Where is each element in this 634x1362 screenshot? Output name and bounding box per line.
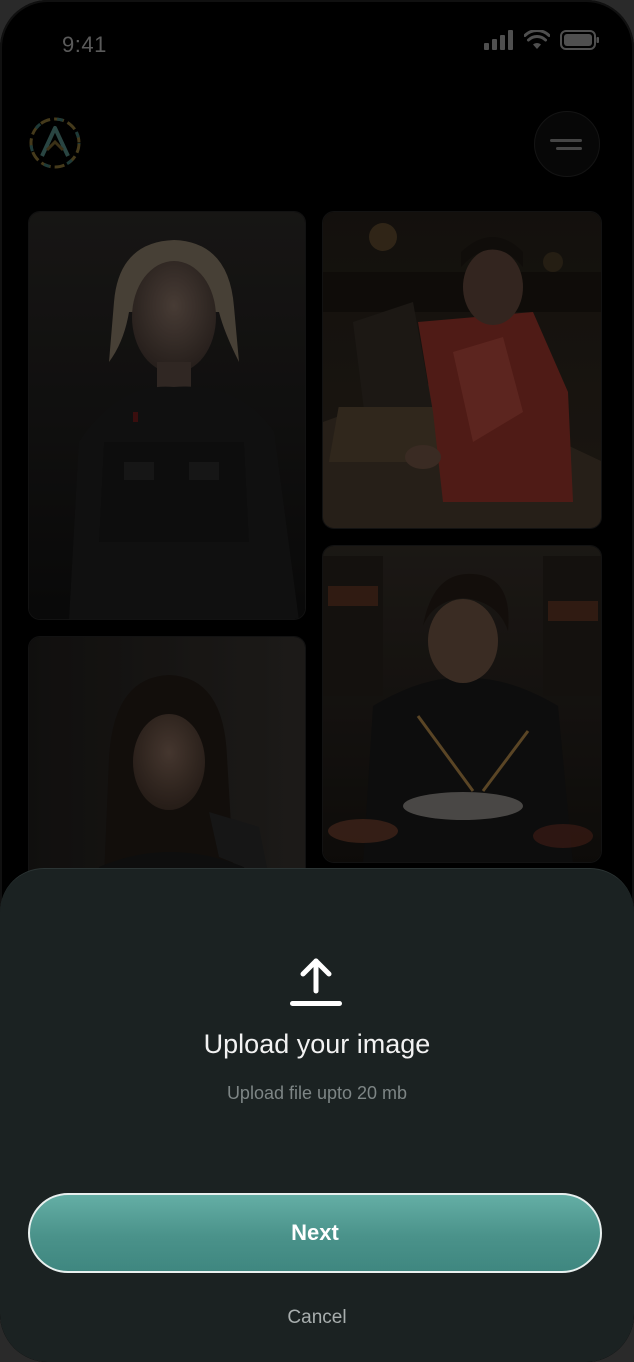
upload-subtitle: Upload file upto 20 mb <box>226 1083 408 1103</box>
cancel-button[interactable]: Cancel <box>0 1307 634 1329</box>
phone-screen: 9:41 Upload your image Upload file upto … <box>0 0 634 1362</box>
gallery-image-man-arcade[interactable] <box>322 211 602 529</box>
app-logo-icon[interactable] <box>28 116 82 170</box>
upload-icon[interactable] <box>289 957 343 1011</box>
menu-icon-line <box>556 146 582 150</box>
woman-tactical-image <box>29 212 305 619</box>
upload-bottom-sheet: Upload your image Upload file upto 20 mb… <box>0 868 634 1362</box>
next-button[interactable]: Next <box>28 1193 602 1273</box>
man-sushi-image <box>323 546 601 862</box>
wifi-icon <box>524 30 550 49</box>
man-arcade-image <box>323 212 601 528</box>
signal-icon <box>484 30 513 50</box>
battery-icon <box>560 30 599 50</box>
status-time: 9:41 <box>62 32 107 57</box>
status-icons <box>484 30 600 50</box>
gallery-image-woman-tactical[interactable] <box>28 211 306 620</box>
menu-icon-line <box>550 138 582 142</box>
status-bar: 9:41 <box>0 0 634 90</box>
gallery-image-man-sushi[interactable] <box>322 545 602 863</box>
menu-button[interactable] <box>534 111 600 177</box>
upload-title: Upload your image <box>203 1029 431 1059</box>
